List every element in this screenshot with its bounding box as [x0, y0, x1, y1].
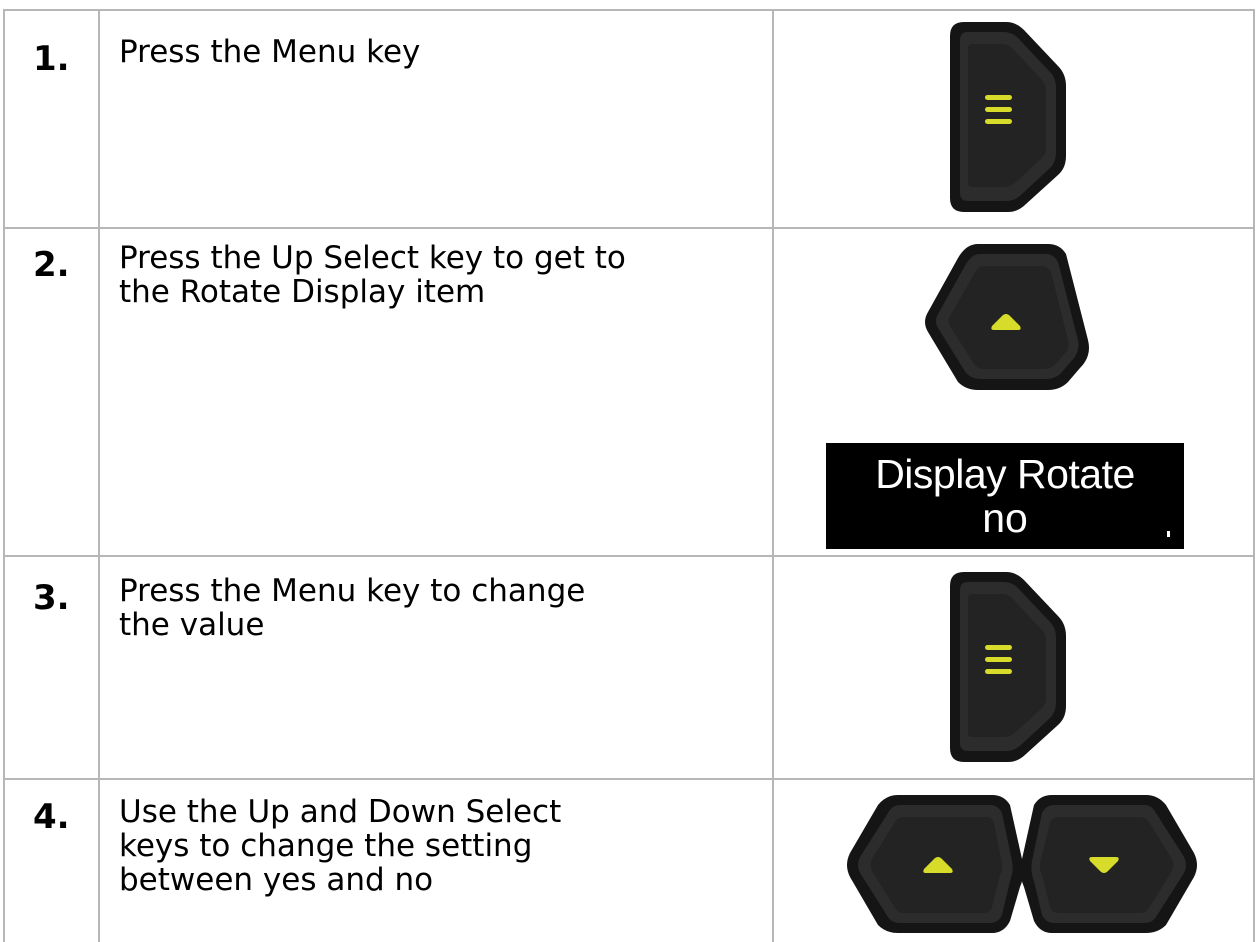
up-select-key-icon: [842, 789, 1028, 939]
table-row-divider-3: [3, 778, 1255, 780]
table-border-right: [1253, 9, 1255, 942]
display-screen: Display Rotate no: [826, 443, 1184, 549]
step-number: 2.: [33, 245, 70, 285]
display-setting-value: no: [982, 495, 1028, 541]
table-row-divider-2: [3, 555, 1255, 557]
display-indicator: [1167, 531, 1170, 537]
step-text: Press the Menu key to change the value: [119, 573, 586, 643]
step-number: 1.: [33, 39, 70, 79]
step-number: 3.: [33, 578, 70, 618]
table-divider-number: [98, 9, 100, 942]
step-number: 4.: [33, 797, 70, 837]
instruction-table: 1. Press the Menu key 2. Press the Up Se…: [0, 0, 1258, 942]
step-text: Press the Menu key: [119, 34, 421, 70]
step-text: Press the Up Select key to get to the Ro…: [119, 240, 626, 310]
display-setting-name: Display Rotate: [875, 451, 1135, 497]
up-select-key-icon: [918, 236, 1094, 396]
table-border-left: [3, 9, 5, 942]
step-text: Use the Up and Down Select keys to chang…: [119, 794, 562, 898]
menu-key-icon: [924, 16, 1069, 216]
menu-key-icon: [924, 566, 1069, 766]
table-row-divider-1: [3, 227, 1255, 229]
down-select-key-icon: [1016, 789, 1202, 939]
table-divider-image: [772, 9, 774, 942]
table-border-top: [3, 9, 1255, 11]
